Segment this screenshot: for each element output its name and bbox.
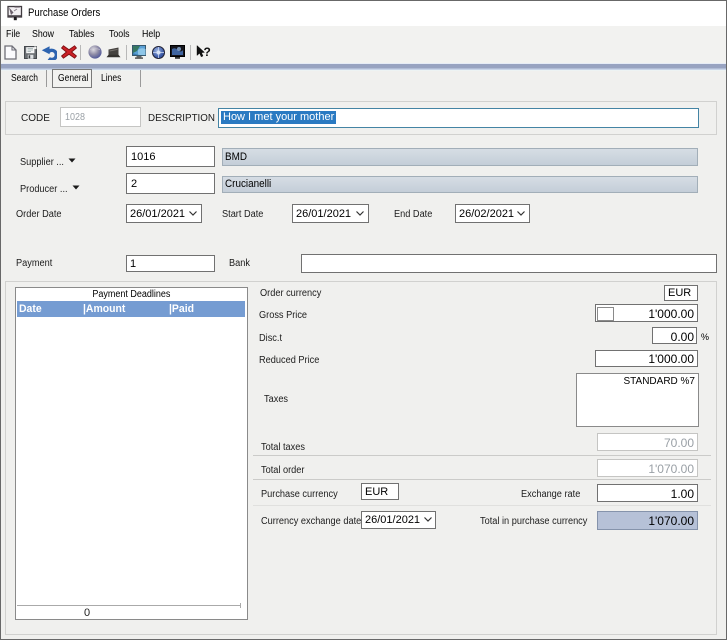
svg-text:?: ? <box>204 45 211 59</box>
